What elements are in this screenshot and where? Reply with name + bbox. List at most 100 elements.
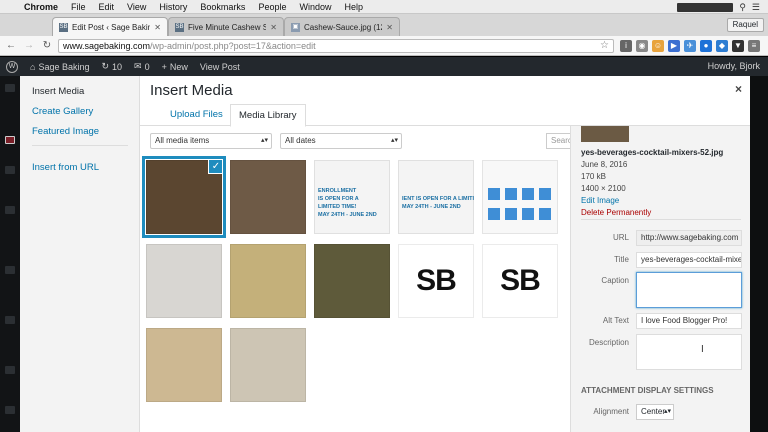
- new-content-link[interactable]: + New: [162, 62, 188, 72]
- blog-graphic-text: MAY 24TH - JUNE 2ND: [318, 212, 377, 218]
- menu-window[interactable]: Window: [299, 2, 331, 12]
- tab-cashew-jpg[interactable]: ▣ Cashew-Sauce.jpg (1200× ✕: [284, 17, 400, 36]
- edit-image-link[interactable]: Edit Image: [581, 196, 619, 205]
- tools-icon[interactable]: [5, 406, 15, 414]
- address-bar[interactable]: www.sagebaking.com/wp-admin/post.php?pos…: [58, 39, 614, 53]
- attachment-item[interactable]: [314, 244, 390, 318]
- site-name-link[interactable]: ⌂ Sage Baking: [30, 62, 89, 72]
- view-post-link[interactable]: View Post: [200, 62, 240, 72]
- tab-edit-post[interactable]: SB Edit Post ‹ Sage Baking ✕: [52, 17, 168, 36]
- title-label: Title: [614, 255, 629, 264]
- wordpress-logo-icon[interactable]: W: [6, 60, 18, 73]
- menu-file[interactable]: File: [71, 2, 86, 12]
- attachment-item[interactable]: [146, 328, 222, 402]
- tab-strip: SB Edit Post ‹ Sage Baking ✕ SB Five Min…: [0, 14, 768, 36]
- updates-count: 10: [112, 61, 123, 72]
- circle-extension-icon[interactable]: ●: [700, 40, 712, 52]
- home-icon: ⌂: [30, 61, 36, 72]
- text-cursor-icon: I: [701, 344, 704, 355]
- attachment-item[interactable]: ENROLLMENT IS OPEN FOR A LIMITED TIME! MAY …: [314, 160, 390, 234]
- details-separator: [581, 219, 741, 220]
- attachment-item[interactable]: [230, 328, 306, 402]
- filter-type-value: All media items: [155, 136, 210, 145]
- menu-history[interactable]: History: [159, 2, 187, 12]
- url-field[interactable]: http://www.sagebaking.com: [636, 230, 742, 246]
- reload-icon[interactable]: ↻: [40, 40, 54, 51]
- close-icon[interactable]: ✕: [270, 23, 277, 32]
- media-toolbar: All media items ▴▾ All dates ▴▾ Search: [140, 126, 682, 156]
- menu-chrome[interactable]: Chrome: [24, 2, 58, 12]
- description-field[interactable]: [636, 334, 742, 370]
- forward-icon[interactable]: →: [22, 40, 36, 51]
- attachment-item[interactable]: [230, 244, 306, 318]
- menu-view[interactable]: View: [127, 2, 146, 12]
- menu-featured-image[interactable]: Featured Image: [32, 126, 99, 137]
- attachment-item[interactable]: ✓: [142, 156, 226, 238]
- posts-icon[interactable]: [5, 136, 15, 144]
- bookmark-star-icon[interactable]: ☆: [600, 40, 609, 51]
- delete-permanently-link[interactable]: Delete Permanently: [581, 208, 651, 217]
- attachment-item[interactable]: SB: [482, 244, 558, 318]
- media-router: Upload Files Media Library: [140, 104, 750, 127]
- attachment-filename: yes-beverages-cocktail-mixers-52.jpg: [581, 148, 724, 157]
- info-extension-icon[interactable]: i: [620, 40, 632, 52]
- alt-text-field[interactable]: I love Food Blogger Pro!: [636, 313, 742, 329]
- tab-media-library[interactable]: Media Library: [230, 104, 306, 127]
- chevron-down-icon: ▴▾: [390, 137, 398, 144]
- title-field[interactable]: yes-beverages-cocktail-mixe: [636, 252, 742, 268]
- emoji-extension-icon[interactable]: ☺: [652, 40, 664, 52]
- back-icon[interactable]: ←: [4, 40, 18, 51]
- profile-button[interactable]: Raquel: [726, 18, 764, 32]
- howdy-user[interactable]: Howdy, Bjork: [708, 61, 760, 71]
- filter-type-select[interactable]: All media items ▴▾: [150, 133, 272, 149]
- close-icon[interactable]: ✕: [386, 23, 393, 32]
- blog-graphic-text: ENROLLMENT: [318, 188, 357, 194]
- menu-help[interactable]: Help: [344, 2, 363, 12]
- search-icon[interactable]: ⚲: [739, 2, 746, 13]
- alignment-label: Alignment: [593, 407, 629, 416]
- menu-bookmarks[interactable]: Bookmarks: [200, 2, 245, 12]
- sb-logo-text: SB: [416, 264, 457, 297]
- attachment-item[interactable]: [482, 160, 558, 234]
- attachment-details: yes-beverages-cocktail-mixers-52.jpg Jun…: [570, 126, 750, 432]
- comments-icon[interactable]: [5, 266, 15, 274]
- updates-link[interactable]: ↻ 10: [101, 61, 122, 72]
- filter-date-select[interactable]: All dates ▴▾: [280, 133, 402, 149]
- menu-insert-from-url[interactable]: Insert from URL: [32, 162, 99, 173]
- bird-extension-icon[interactable]: ✈: [684, 40, 696, 52]
- check-icon[interactable]: ✓: [208, 160, 222, 174]
- chrome-menu-icon[interactable]: ≡: [748, 40, 760, 52]
- blog-graphic-text: LIMITED TIME!: [318, 204, 357, 210]
- tab-cashew-sauce[interactable]: SB Five Minute Cashew Sauce ✕: [168, 17, 284, 36]
- close-icon[interactable]: ✕: [154, 23, 161, 32]
- attachment-filesize: 170 kB: [581, 172, 606, 181]
- close-icon[interactable]: ×: [735, 82, 742, 96]
- pages-icon[interactable]: [5, 206, 15, 214]
- plugins-icon[interactable]: [5, 366, 15, 374]
- dashboard-icon[interactable]: [5, 84, 15, 92]
- menu-edit[interactable]: Edit: [99, 2, 115, 12]
- site-name: Sage Baking: [38, 61, 90, 72]
- favicon: ▣: [291, 22, 300, 32]
- puzzle-extension-icon[interactable]: ◆: [716, 40, 728, 52]
- appearance-icon[interactable]: [5, 316, 15, 324]
- attachment-item[interactable]: [146, 244, 222, 318]
- comments-link[interactable]: ✉ 0: [134, 61, 150, 72]
- attachment-item[interactable]: [230, 160, 306, 234]
- menu-people[interactable]: People: [258, 2, 286, 12]
- url-label: URL: [612, 233, 629, 242]
- attachment-item[interactable]: SB: [398, 244, 474, 318]
- screenshot-tile: [522, 208, 534, 220]
- menu-insert-media[interactable]: Insert Media: [32, 86, 84, 97]
- tab-upload-files[interactable]: Upload Files: [162, 104, 231, 126]
- alignment-select[interactable]: Center ▴▾: [636, 404, 674, 420]
- caption-field[interactable]: [636, 272, 742, 308]
- menu-create-gallery[interactable]: Create Gallery: [32, 106, 93, 117]
- media-icon[interactable]: [5, 166, 15, 174]
- eye-extension-icon[interactable]: ◉: [636, 40, 648, 52]
- attachment-item[interactable]: IENT IS OPEN FOR A LIMITI MAY 24TH - JUNE…: [398, 160, 474, 234]
- shield-extension-icon[interactable]: ▼: [732, 40, 744, 52]
- video-extension-icon[interactable]: ▶: [668, 40, 680, 52]
- menu-list-icon[interactable]: ☰: [752, 2, 760, 13]
- alignment-value: Center: [641, 407, 666, 416]
